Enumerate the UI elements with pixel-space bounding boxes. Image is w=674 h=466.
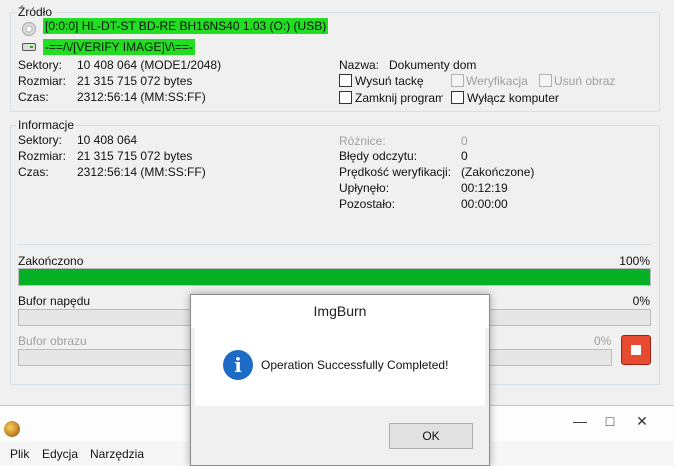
source-time-label: Czas: [18,90,49,104]
image-buffer-percent: 0% [594,334,612,348]
info-time-value: 2312:56:14 (MM:SS:FF) [77,165,206,179]
info-elapsed-value: 00:12:19 [461,181,508,195]
info-size-label: Rozmiar: [18,149,67,163]
verify-checkbox [451,74,464,87]
eject-tray-label: Wysuń tackę [355,74,424,88]
drive-buffer-label: Bufor napędu [18,294,91,308]
dialog-body: i Operation Successfully Completed! [195,328,485,406]
info-verify-speed-label: Prędkość weryfikacji: [339,165,452,179]
stop-button[interactable] [621,335,651,365]
source-size-label: Rozmiar: [18,74,67,88]
delete-image-label: Usuń obraz [554,74,616,88]
image-file-icon [22,43,36,51]
imgburn-app-icon [4,421,20,437]
minimize-icon[interactable]: — [568,410,592,432]
shutdown-checkbox[interactable] [451,91,464,104]
close-program-label: Zamknij program [355,91,443,105]
info-sectors-value: 10 408 064 [77,133,138,147]
delete-image-checkbox [539,74,552,87]
info-read-errors-value: 0 [461,149,468,163]
source-size-value: 21 315 715 072 bytes [77,74,193,88]
source-sectors-label: Sektory: [18,58,63,72]
source-name-value: Dokumenty dom [389,58,477,72]
drive-buffer-percent: 0% [632,294,650,308]
info-group-title: Informacje [16,118,77,132]
source-name-label: Nazwa: [339,58,380,72]
image-buffer-label: Bufor obrazu [18,334,87,348]
info-diff-label: Różnice: [339,134,386,148]
source-group-title: Źródło [16,5,55,19]
close-icon[interactable]: ✕ [630,410,654,432]
drive-disc-icon [22,22,36,36]
source-drive-select[interactable]: [0:0:0] HL-DT-ST BD-RE BH16NS40 1.03 (O:… [43,18,329,34]
eject-tray-checkbox[interactable] [339,74,352,87]
source-sectors-value: 10 408 064 (MODE1/2048) [77,58,222,72]
ok-button[interactable]: OK [389,423,473,449]
info-time-label: Czas: [18,165,49,179]
info-read-errors-label: Błędy odczytu: [339,149,418,163]
menu-tools[interactable]: Narzędzia [90,447,144,461]
info-icon: i [223,350,253,380]
progress-bar-fill [19,269,650,285]
info-elapsed-label: Upłynęło: [339,181,390,195]
progress-percent: 100% [619,254,650,268]
info-separator [18,244,652,245]
info-remaining-value: 00:00:00 [461,197,508,211]
source-time-value: 2312:56:14 (MM:SS:FF) [77,90,206,104]
info-remaining-label: Pozostało: [339,197,396,211]
menu-file[interactable]: Plik [10,447,29,461]
info-sectors-label: Sektory: [18,133,63,147]
progress-bar [18,268,651,286]
shutdown-label: Wyłącz komputer [467,91,559,105]
menu-edit[interactable]: Edycja [42,447,78,461]
info-verify-speed-value: (Zakończone) [461,165,535,179]
source-image-label: -==/\/[VERIFY IMAGE]\/\==- [43,39,195,55]
verify-label: Weryfikacja [466,74,528,88]
progress-label: Zakończono [18,254,84,268]
dialog-title: ImgBurn [191,295,489,328]
imgburn-dialog: ImgBurn i Operation Successfully Complet… [190,294,490,466]
info-diff-value: 0 [461,134,468,148]
maximize-icon[interactable]: □ [598,410,622,432]
dialog-message: Operation Successfully Completed! [261,358,449,372]
info-size-value: 21 315 715 072 bytes [77,149,193,163]
close-program-checkbox[interactable] [339,91,352,104]
